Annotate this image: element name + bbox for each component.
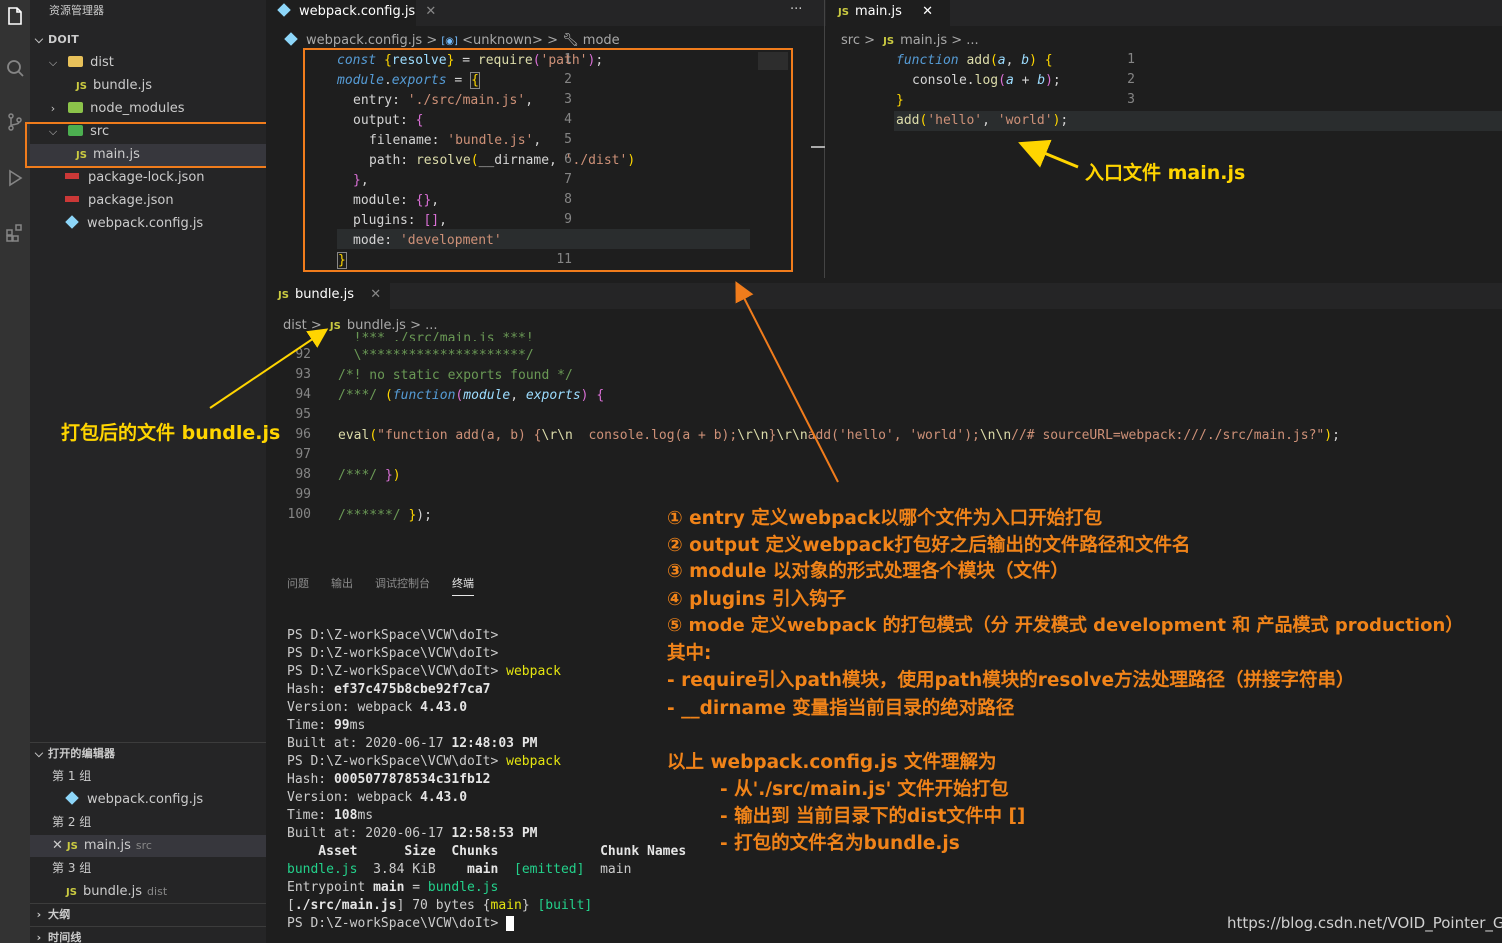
annotation-note-line: ① entry 定义webpack以哪个文件为入口开始打包	[667, 508, 1103, 529]
annotation-note-line: - 打包的文件名为bundle.js	[720, 833, 960, 854]
annotation-note-line: 以上 webpack.config.js 文件理解为	[667, 752, 997, 773]
annotation-note-line: - 输出到 当前目录下的dist文件中 []	[720, 806, 1026, 827]
annotation-note-line: ⑤ mode 定义webpack 的打包模式（分 开发模式 developmen…	[667, 615, 1464, 636]
annotation-main-entry: 入口文件 main.js	[1085, 162, 1246, 184]
annotation-bundle: 打包后的文件 bundle.js	[61, 422, 281, 444]
arrow-bundle	[209, 328, 329, 409]
annotation-note-line: ③ module 以对象的形式处理各个模块（文件）	[667, 561, 1069, 582]
arrow-config	[735, 281, 839, 483]
annotation-note-line: - require引入path模块，使用path模块的resolve方法处理路径…	[667, 670, 1355, 691]
watermark: https://blog.csdn.net/VOID_Pointer_G	[1227, 914, 1502, 932]
annotation-note-line: ④ plugins 引入钩子	[667, 589, 847, 610]
annotation-note-line: 其中:	[667, 643, 712, 664]
annotation-note-line: - 从'./src/main.js' 文件开始打包	[720, 779, 1009, 800]
arrow-main	[1018, 139, 1079, 169]
annotation-note-line: - __dirname 变量指当前目录的绝对路径	[667, 698, 1015, 719]
annotation-note-line: ② output 定义webpack打包好之后输出的文件路径和文件名	[667, 535, 1191, 556]
